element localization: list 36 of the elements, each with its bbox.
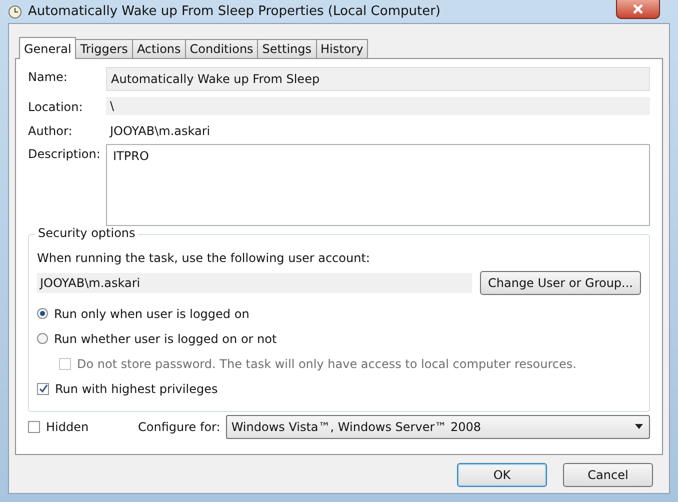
option-label: Do not store password. The task will only have access to local computer resources. [77, 356, 576, 370]
option-label: Hidden [46, 420, 89, 434]
field-label: Name: [28, 69, 68, 84]
field-label: Description: [28, 146, 102, 161]
tab[interactable]: Actions [132, 39, 186, 58]
account-field: JOOYAB\m.askari [37, 273, 472, 293]
input-field[interactable]: Automatically Wake up From Sleep [106, 67, 650, 91]
field-label: Author: [28, 123, 74, 138]
cancel-button[interactable]: Cancel [563, 463, 653, 487]
ok-button[interactable]: OK [457, 463, 547, 487]
tab[interactable]: Triggers [75, 39, 133, 58]
close-icon [632, 4, 644, 14]
checkbox[interactable] [28, 420, 40, 432]
field-label: Location: [28, 99, 84, 114]
option-label: Run with highest privileges [55, 382, 218, 396]
field-value: JOOYAB\m.askari [108, 123, 210, 138]
description-field[interactable]: ITPRO [106, 144, 650, 226]
account-prompt: When running the task, use the following user account: [37, 251, 371, 265]
group-title: Security options [35, 226, 138, 240]
change-user-button[interactable]: Change User or Group... [480, 271, 641, 295]
option-label: Run only when user is logged on [54, 306, 250, 320]
radio-button[interactable] [37, 308, 48, 319]
input-field[interactable]: \ [106, 97, 650, 115]
checkbox[interactable] [37, 382, 49, 394]
radio-button[interactable] [37, 333, 48, 344]
tab[interactable]: General [19, 37, 76, 59]
tab[interactable]: History [316, 39, 368, 58]
tab[interactable]: Settings [257, 39, 317, 58]
close-button[interactable] [616, 0, 660, 18]
clock-icon [8, 4, 22, 18]
window-title: Automatically Wake up From Sleep Properties (Local Computer) [28, 4, 442, 19]
field-label: Configure for: [138, 420, 220, 434]
configure-dropdown[interactable]: Windows Vista™, Windows Server™ 2008 [226, 414, 650, 438]
tab[interactable]: Conditions [184, 39, 258, 58]
dropdown-arrow-icon [635, 424, 643, 429]
option-label: Run whether user is logged on or not [54, 332, 277, 346]
